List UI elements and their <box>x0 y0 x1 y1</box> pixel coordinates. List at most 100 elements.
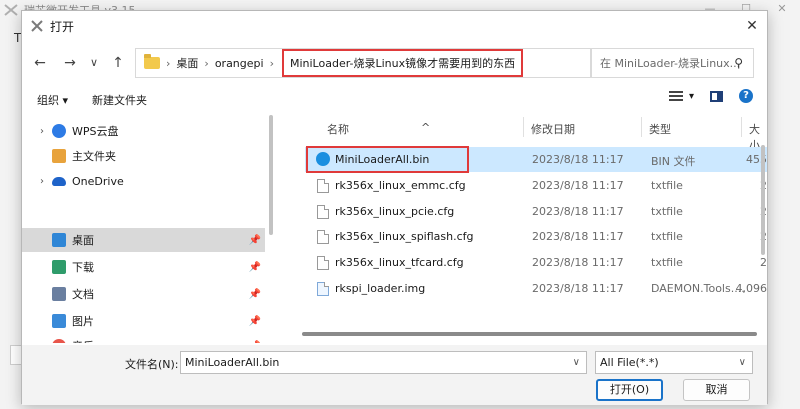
sidebar-item-documents[interactable]: 文档 📌 <box>22 282 265 306</box>
breadcrumb-separator: › <box>204 56 209 70</box>
toolbar: 组织 ▾ 新建文件夹 ▾ ? <box>22 87 767 111</box>
sidebar-item-downloads[interactable]: 下载 📌 <box>22 255 265 279</box>
file-row[interactable]: rk356x_linux_tfcard.cfg 2023/8/18 11:17 … <box>305 250 767 275</box>
filetype-value: All File(*.*) <box>600 356 659 369</box>
file-row[interactable]: rk356x_linux_spiflash.cfg 2023/8/18 11:1… <box>305 224 767 249</box>
breadcrumb-orangepi[interactable]: orangepi <box>215 57 264 70</box>
open-button[interactable]: 打开(O) <box>596 379 663 401</box>
expand-chevron-icon[interactable]: › <box>32 126 52 137</box>
sidebar-item-wps-cloud[interactable]: › WPS云盘 <box>22 119 265 143</box>
download-icon <box>52 260 66 274</box>
preview-pane-icon[interactable] <box>710 90 723 102</box>
file-name: rk356x_linux_pcie.cfg <box>335 205 455 218</box>
address-bar[interactable]: › 桌面 › orangepi › MiniLoader-烧录Linux镜像才需… <box>135 48 684 78</box>
file-row[interactable]: rkspi_loader.img 2023/8/18 11:17 DAEMON.… <box>305 276 767 301</box>
search-placeholder: 在 MiniLoader-烧录Linux... <box>600 57 741 70</box>
organize-button[interactable]: 组织 ▾ <box>37 92 68 108</box>
documents-icon <box>52 287 66 301</box>
dialog-bottom-bar: 文件名(N): MiniLoaderAll.bin ∨ All File(*.*… <box>22 345 767 405</box>
sidebar-item-label: 桌面 <box>72 234 94 247</box>
sidebar-item-music[interactable]: 音乐 📌 <box>22 334 265 343</box>
column-divider[interactable] <box>523 117 524 137</box>
dialog-title: 打开 <box>50 19 75 34</box>
cancel-button[interactable]: 取消 <box>683 379 750 401</box>
sidebar-item-label: 下载 <box>72 261 94 274</box>
folder-icon <box>144 54 160 69</box>
breadcrumb-desktop[interactable]: 桌面 <box>176 55 198 71</box>
chevron-down-icon[interactable]: ∨ <box>573 352 580 373</box>
toolbar-right: ▾ ? <box>668 89 753 103</box>
dialog-app-icon <box>30 19 44 33</box>
help-icon[interactable]: ? <box>739 89 753 103</box>
search-input[interactable]: 在 MiniLoader-烧录Linux... ⚲ <box>591 48 754 78</box>
file-type: txtfile <box>651 230 683 243</box>
file-name: rk356x_linux_spiflash.cfg <box>335 230 474 243</box>
breadcrumb-separator: › <box>269 56 274 70</box>
file-row[interactable]: rk356x_linux_emmc.cfg 2023/8/18 11:17 tx… <box>305 173 767 198</box>
filetype-select[interactable]: All File(*.*) ∨ <box>595 351 753 374</box>
navpane-scrollbar[interactable] <box>269 115 273 235</box>
horizontal-scrollbar[interactable] <box>297 329 761 339</box>
column-divider[interactable] <box>741 117 742 137</box>
back-button[interactable]: ← <box>30 53 50 73</box>
dialog-close-button[interactable]: ✕ <box>741 15 763 37</box>
view-options-icon[interactable] <box>668 91 683 101</box>
sidebar-item-pictures[interactable]: 图片 📌 <box>22 309 265 333</box>
forward-button[interactable]: → <box>60 53 80 73</box>
text-file-icon <box>317 179 329 193</box>
new-folder-button[interactable]: 新建文件夹 <box>92 92 147 108</box>
breadcrumb-current-folder[interactable]: MiniLoader-烧录Linux镜像才需要用到的东西 <box>281 49 524 77</box>
navigation-pane: › WPS云盘 主文件夹 › OneDrive 桌面 📌 下载 📌 文档 📌 图… <box>22 115 277 343</box>
pin-icon: 📌 <box>248 315 261 327</box>
text-file-icon <box>317 256 329 270</box>
search-icon[interactable]: ⚲ <box>734 56 743 70</box>
dialog-titlebar: 打开 ✕ <box>22 11 767 41</box>
sort-indicator-icon: ^ <box>421 121 431 134</box>
app-close-button[interactable]: ✕ <box>764 0 800 20</box>
sidebar-item-label: 图片 <box>72 315 94 328</box>
file-date: 2023/8/18 11:17 <box>532 179 624 192</box>
sidebar-item-label: OneDrive <box>72 174 124 188</box>
view-options-dropdown[interactable]: ▾ <box>689 91 694 102</box>
horizontal-scrollbar-thumb[interactable] <box>302 332 757 336</box>
sidebar-item-desktop[interactable]: 桌面 📌 <box>22 228 265 252</box>
column-header-type[interactable]: 类型 <box>649 121 671 137</box>
file-type: txtfile <box>651 256 683 269</box>
pin-icon: 📌 <box>249 341 261 344</box>
sidebar-item-label: 音乐 <box>72 338 94 343</box>
file-name: rk356x_linux_emmc.cfg <box>335 179 466 192</box>
column-header-date[interactable]: 修改日期 <box>531 121 575 137</box>
sidebar-item-onedrive[interactable]: › OneDrive <box>22 169 265 193</box>
file-name: rk356x_linux_tfcard.cfg <box>335 256 464 269</box>
column-header-name[interactable]: 名称 <box>327 121 349 137</box>
file-size: 2 <box>760 256 767 269</box>
file-name: rkspi_loader.img <box>335 282 426 295</box>
navigation-row: ← → ∨ ↑ › 桌面 › orangepi › MiniLoader-烧录L… <box>22 45 767 81</box>
column-divider[interactable] <box>641 117 642 137</box>
sidebar-item-home[interactable]: 主文件夹 <box>22 144 265 168</box>
sidebar-item-label: 主文件夹 <box>72 150 116 163</box>
file-list-scrollbar[interactable] <box>761 145 765 255</box>
pin-icon: 📌 <box>248 234 261 246</box>
file-date: 2023/8/18 11:17 <box>532 153 624 166</box>
recent-locations-button[interactable]: ∨ <box>84 53 104 73</box>
filename-input[interactable]: MiniLoaderAll.bin ∨ <box>180 351 587 374</box>
file-type: DAEMON.Tools.... <box>651 282 745 295</box>
disk-image-file-icon <box>317 282 329 296</box>
breadcrumb-separator: › <box>166 56 171 70</box>
text-file-icon <box>317 230 329 244</box>
app-logo-icon <box>4 3 18 17</box>
file-date: 2023/8/18 11:17 <box>532 205 624 218</box>
expand-chevron-icon[interactable]: › <box>32 176 52 187</box>
file-size: 4,096 <box>735 282 768 295</box>
desktop-icon <box>52 233 66 247</box>
up-button[interactable]: ↑ <box>108 53 128 73</box>
sidebar-item-label: WPS云盘 <box>72 125 119 138</box>
file-row[interactable]: rk356x_linux_pcie.cfg 2023/8/18 11:17 tx… <box>305 199 767 224</box>
pin-icon: 📌 <box>248 261 261 273</box>
chevron-down-icon[interactable]: ∨ <box>739 352 746 373</box>
file-list-header: ^ 名称 修改日期 类型 大小 <box>285 115 767 152</box>
file-date: 2023/8/18 11:17 <box>532 282 624 295</box>
filename-label: 文件名(N): <box>125 358 179 371</box>
filename-value: MiniLoaderAll.bin <box>185 356 280 369</box>
